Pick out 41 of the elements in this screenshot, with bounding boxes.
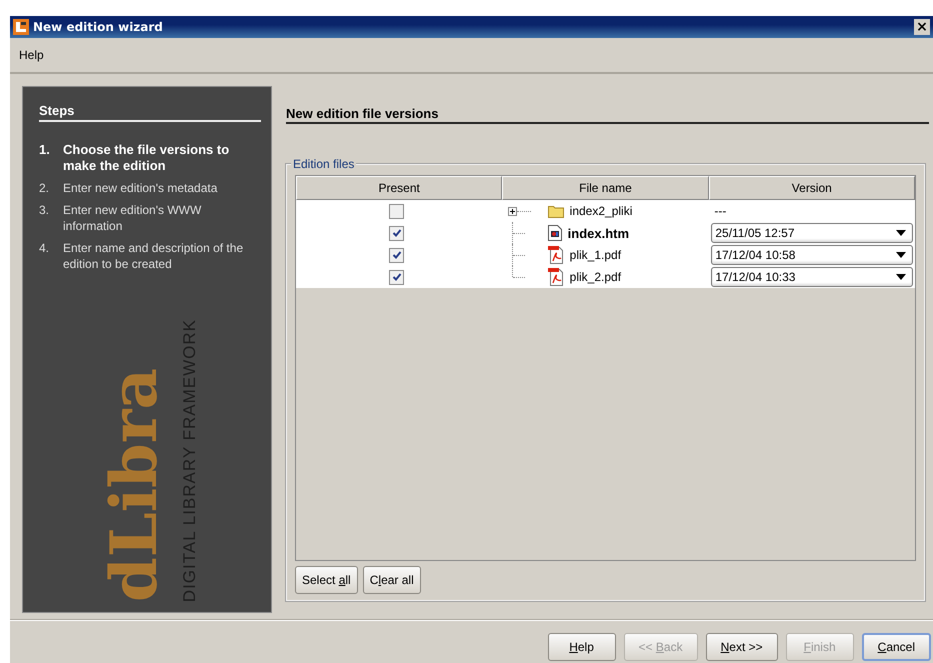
file-name[interactable]: plik_2.pdf	[570, 270, 622, 284]
version-dropdown[interactable]: 25/11/05 12:57	[711, 223, 914, 243]
file-name[interactable]: plik_1.pdf	[570, 248, 622, 262]
checkmark-icon	[392, 250, 402, 260]
window-title: New edition wizard	[33, 20, 164, 34]
version-text: ---	[713, 204, 726, 218]
table-action-button[interactable]: Select all	[295, 566, 358, 594]
checkbox[interactable]	[389, 226, 404, 240]
column-header[interactable]: Version	[708, 176, 915, 200]
folder-icon	[548, 204, 564, 218]
app-icon	[13, 19, 29, 35]
table-action-button[interactable]: Clear all	[362, 566, 421, 594]
caret-icon	[896, 274, 906, 280]
version-dropdown[interactable]: 17/12/04 10:58	[711, 245, 914, 265]
file-name[interactable]: index2_pliki	[570, 204, 632, 218]
wizard-button[interactable]: Help	[548, 633, 616, 661]
menu-item[interactable]: Help	[14, 46, 49, 64]
column-header[interactable]: Present	[296, 176, 502, 200]
version-dropdown[interactable]: 17/12/04 10:33	[711, 267, 914, 287]
steps-title: Steps	[39, 103, 261, 122]
file-name[interactable]: index.htm	[568, 226, 630, 240]
caret-icon	[896, 252, 906, 258]
checkbox[interactable]	[389, 270, 404, 284]
expand-icon[interactable]	[508, 206, 517, 216]
checkbox[interactable]	[389, 204, 404, 218]
checkbox[interactable]	[389, 248, 404, 262]
group-label: Edition files	[291, 157, 356, 171]
page-title: New edition file versions	[286, 86, 929, 124]
caret-icon	[896, 230, 906, 236]
step-item: 4. Enter name and description of the edition to be created	[39, 240, 244, 272]
column-header[interactable]: File name	[502, 176, 709, 200]
step-item: 3. Enter new edition's WWW information	[39, 202, 202, 234]
wizard-button[interactable]: Next >>	[706, 633, 778, 661]
step-item: 2. Enter new edition's metadata	[39, 180, 218, 196]
logo-wordmark: dLibra	[102, 368, 166, 602]
step-item: 1. Choose the file versions to make the edition	[39, 142, 230, 174]
web-document-icon	[548, 225, 562, 241]
checkmark-icon	[392, 272, 402, 282]
wizard-button[interactable]: Cancel	[862, 633, 931, 661]
close-button[interactable]: ×	[914, 19, 930, 35]
checkmark-icon	[392, 228, 402, 238]
